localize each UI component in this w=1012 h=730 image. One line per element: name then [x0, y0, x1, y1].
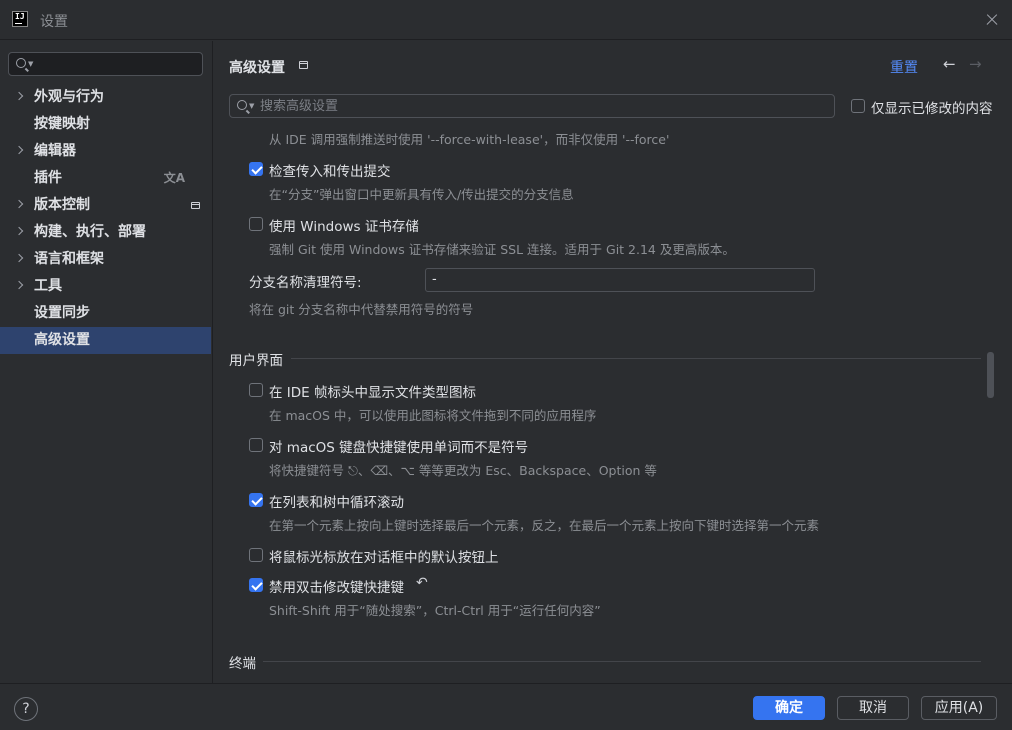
sidebar-item-label: 设置同步: [34, 305, 90, 321]
apply-button[interactable]: 应用(A): [921, 696, 997, 720]
undo-icon[interactable]: ↶: [416, 575, 428, 591]
chevron-down-icon: ▼: [249, 102, 255, 110]
sidebar-item-advanced-settings[interactable]: 高级设置: [0, 327, 211, 354]
setting-description: 将在 git 分支名称中代替禁用符号的符号: [249, 302, 474, 317]
dialog-footer: ? 确定 取消 应用(A): [0, 683, 1012, 730]
sidebar-item-settings-sync[interactable]: 设置同步: [0, 300, 211, 327]
branch-cleanup-label: 分支名称清理符号:: [249, 275, 362, 291]
chevron-right-icon[interactable]: [14, 199, 24, 209]
sidebar-item-tools[interactable]: 工具: [0, 273, 211, 300]
sidebar-item-label: 外观与行为: [34, 89, 104, 105]
chevron-down-icon: ▼: [28, 60, 34, 68]
settings-list: 从 IDE 调用强制推送时使用 '--force-with-lease'，而非仅…: [213, 125, 1012, 683]
sidebar-item-label: 插件: [34, 170, 62, 186]
search-icon: [237, 100, 247, 110]
ok-button[interactable]: 确定: [753, 696, 825, 720]
sidebar-item-label: 编辑器: [34, 143, 76, 159]
sidebar-item-keymap[interactable]: 按键映射: [0, 111, 211, 138]
sidebar-item-build-execution-deployment[interactable]: 构建、执行、部署: [0, 219, 211, 246]
sidebar-item-editor[interactable]: 编辑器: [0, 138, 211, 165]
setting-label: 在列表和树中循环滚动: [269, 495, 404, 511]
setting-description: 从 IDE 调用强制推送时使用 '--force-with-lease'，而非仅…: [269, 132, 670, 147]
advanced-settings-search[interactable]: ▼: [229, 94, 835, 118]
sidebar-item-label: 高级设置: [34, 332, 90, 348]
branch-cleanup-input[interactable]: -: [425, 268, 815, 292]
sidebar-search-input[interactable]: ▼: [8, 52, 203, 76]
sidebar-item-label: 工具: [34, 278, 62, 294]
chevron-right-icon[interactable]: [14, 226, 24, 236]
sidebar-item-label: 语言和框架: [34, 251, 104, 267]
setting-label: 对 macOS 键盘快捷键使用单词而不是符号: [269, 440, 529, 456]
intellij-logo-icon: IJ: [12, 11, 28, 27]
settings-sidebar: ▼ 外观与行为 按键映射 编辑器 插件 文A 版本控制 构建、执行、部署 语言和…: [0, 41, 211, 683]
checkbox[interactable]: [851, 99, 865, 113]
cancel-button[interactable]: 取消: [837, 696, 909, 720]
checkbox[interactable]: [249, 383, 263, 397]
chevron-right-icon[interactable]: [14, 280, 24, 290]
setting-description: Shift-Shift 用于“随处搜索”，Ctrl-Ctrl 用于“运行任何内容…: [269, 603, 601, 618]
advanced-settings-panel: 高级设置 重置 ← → ▼ 仅显示已修改的内容 从 IDE 调用强制推送时使用 …: [212, 41, 1012, 683]
close-icon[interactable]: [980, 8, 1004, 32]
checkbox[interactable]: [249, 217, 263, 231]
setting-label: 在 IDE 帧标头中显示文件类型图标: [269, 385, 476, 401]
checkbox-label: 仅显示已修改的内容: [871, 101, 993, 117]
section-user-interface: 用户界面: [229, 353, 283, 369]
window-title: 设置: [40, 14, 68, 30]
title-bar: IJ 设置: [0, 0, 1012, 40]
setting-label: 将鼠标光标放在对话框中的默认按钮上: [269, 550, 499, 566]
setting-description: 在第一个元素上按向上键时选择最后一个元素，反之，在最后一个元素上按向下键时选择第…: [269, 518, 820, 533]
setting-description: 在“分支”弹出窗口中更新具有传入/传出提交的分支信息: [269, 187, 574, 202]
search-icon: [16, 58, 26, 68]
setting-description: 将快捷键符号 ⎋、⌫、⌥ 等等更改为 Esc、Backspace、Option …: [269, 463, 657, 478]
chevron-right-icon[interactable]: [14, 145, 24, 155]
section-divider: [291, 358, 981, 359]
section-terminal: 终端: [229, 656, 256, 672]
reset-link[interactable]: 重置: [890, 57, 918, 77]
sidebar-item-label: 构建、执行、部署: [34, 224, 146, 240]
vertical-scrollbar[interactable]: [987, 352, 994, 398]
help-button[interactable]: ?: [14, 697, 38, 721]
translate-icon: 文A: [163, 171, 185, 185]
checkbox-checked[interactable]: [249, 578, 263, 592]
setting-label: 使用 Windows 证书存储: [269, 219, 419, 235]
back-arrow-icon[interactable]: ←: [943, 55, 956, 73]
chevron-right-icon[interactable]: [14, 91, 24, 101]
sidebar-item-languages-frameworks[interactable]: 语言和框架: [0, 246, 211, 273]
setting-description: 在 macOS 中，可以使用此图标将文件拖到不同的应用程序: [269, 408, 597, 423]
sidebar-item-appearance-behavior[interactable]: 外观与行为: [0, 84, 211, 111]
modified-badge-icon: [299, 61, 308, 69]
sidebar-item-plugins[interactable]: 插件 文A: [0, 165, 211, 192]
checkbox-checked[interactable]: [249, 162, 263, 176]
checkbox-checked[interactable]: [249, 493, 263, 507]
forward-arrow-icon[interactable]: →: [969, 55, 982, 73]
search-input[interactable]: [260, 97, 820, 115]
chevron-right-icon[interactable]: [14, 253, 24, 263]
checkbox[interactable]: [249, 438, 263, 452]
modified-badge-icon: [191, 202, 200, 209]
sidebar-item-version-control[interactable]: 版本控制: [0, 192, 211, 219]
checkbox[interactable]: [249, 548, 263, 562]
setting-label: 检查传入和传出提交: [269, 164, 391, 180]
setting-description: 强制 Git 使用 Windows 证书存储来验证 SSL 连接。适用于 Git…: [269, 242, 735, 257]
setting-label: 禁用双击修改键快捷键: [269, 580, 404, 596]
sidebar-item-label: 版本控制: [34, 197, 90, 213]
page-title: 高级设置: [229, 60, 285, 76]
section-divider: [263, 661, 981, 662]
sidebar-item-label: 按键映射: [34, 116, 90, 132]
